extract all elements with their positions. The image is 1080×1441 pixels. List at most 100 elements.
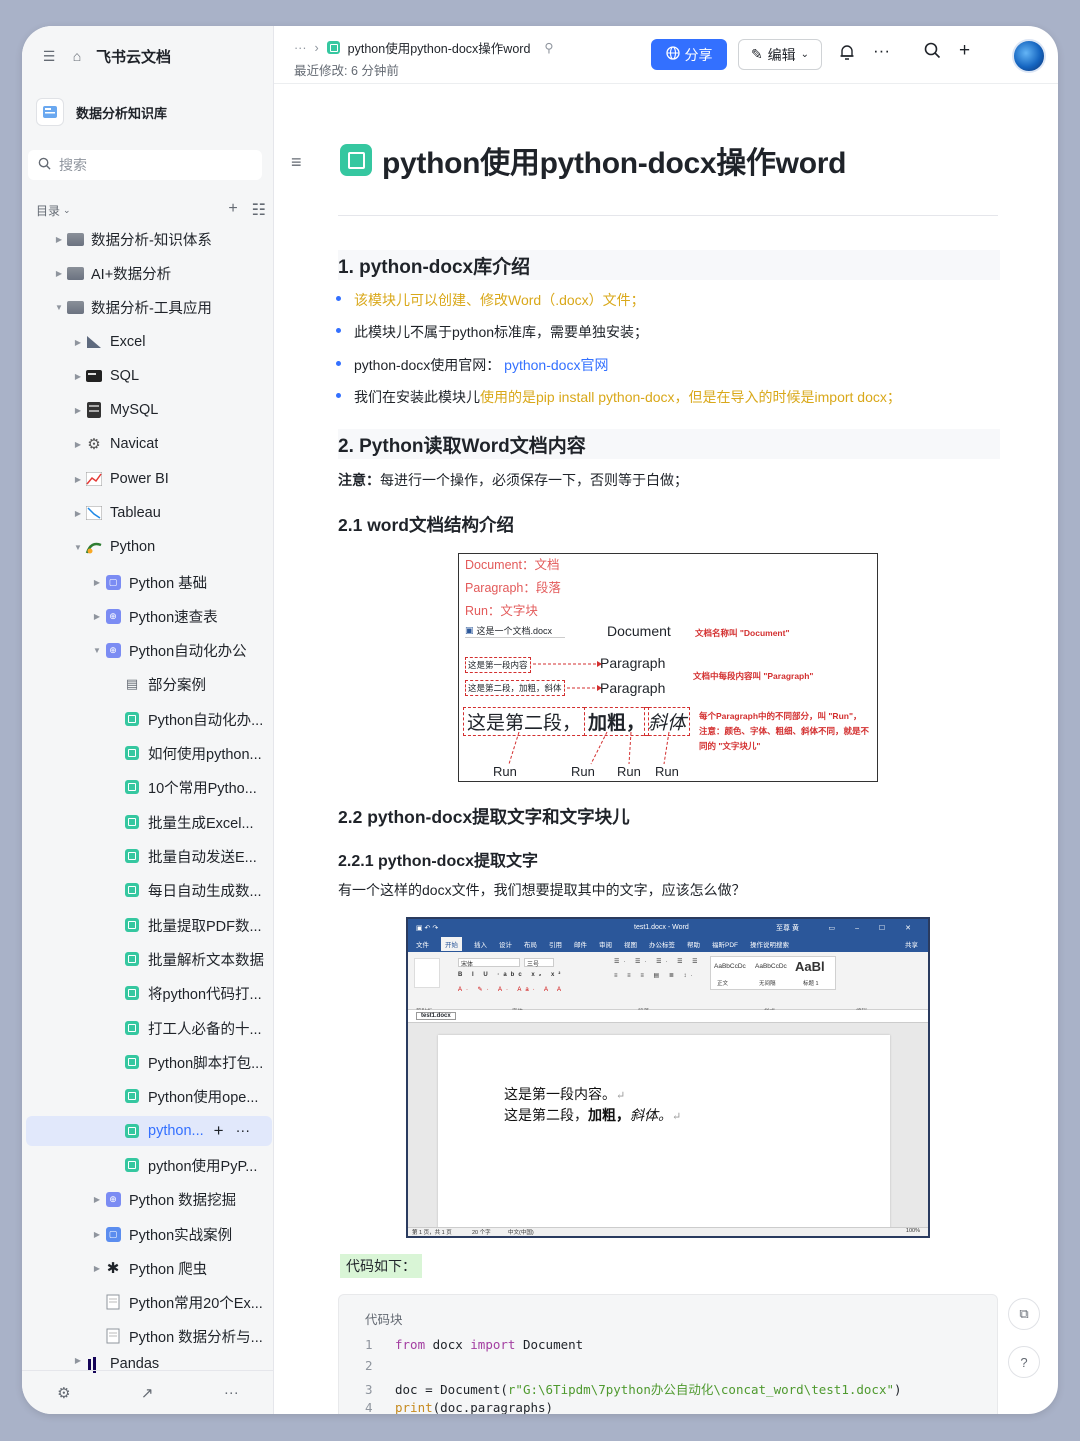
tree-item[interactable]: ▤ 部分案例 [26, 669, 272, 699]
tree-item[interactable]: ▼ 数据分析-工具应用 [26, 292, 272, 322]
tree-item[interactable]: 批量提取PDF数... [26, 910, 272, 940]
more-icon[interactable]: ··· [224, 1384, 239, 1401]
tree-item[interactable]: 10个常用Pytho... [26, 772, 272, 802]
chevron-down-icon[interactable]: ▼ [52, 303, 66, 312]
chevron-down-icon[interactable]: ▼ [71, 543, 85, 552]
chevron-right-icon[interactable]: ▶ [71, 440, 85, 449]
tree-item[interactable]: ▼ ⊕ Python自动化办公 [26, 635, 272, 665]
breadcrumb-doc-title[interactable]: python使用python-docx操作word [348, 38, 531, 57]
app-window: ☰ ⌂ 飞书云文档 数据分析知识库 搜索 目录 ⌄ + ☷ ▶ 数据分析-知识体系 [22, 26, 1058, 1414]
tree-item[interactable]: ▶ SQL [26, 361, 272, 391]
pin-icon[interactable]: ⚲ [544, 40, 553, 55]
doc-icon [123, 813, 141, 831]
chevron-right-icon[interactable]: ▶ [52, 235, 66, 244]
tree-item-selected[interactable]: python... + ··· [26, 1116, 272, 1146]
chevron-right-icon[interactable]: ▶ [90, 578, 104, 587]
python-docx-link[interactable]: python-docx官网 [504, 357, 608, 373]
list-view-icon[interactable]: ☷ [252, 200, 266, 220]
tree-item[interactable]: 批量解析文本数据 [26, 944, 272, 974]
avatar[interactable] [1012, 39, 1046, 73]
tree-item[interactable]: 将python代码打... [26, 978, 272, 1008]
chevron-right-icon[interactable]: ▶ [90, 612, 104, 621]
help-icon[interactable]: ? [1008, 1346, 1040, 1378]
tree-item[interactable]: ▼ Python [26, 532, 272, 562]
settings-icon[interactable]: ⚙ [57, 1384, 70, 1402]
add-icon[interactable]: + [228, 200, 237, 220]
tree-item[interactable]: ▶ 数据分析-知识体系 [26, 224, 272, 254]
chevron-right-icon[interactable]: ▶ [90, 1230, 104, 1239]
chevron-right-icon[interactable]: ▶ [90, 1264, 104, 1273]
more-icon[interactable]: ··· [236, 1123, 251, 1139]
chevron-right-icon[interactable]: ▶ [71, 509, 85, 518]
app-name: 飞书云文档 [96, 48, 172, 66]
outline-icon[interactable]: ≡ [291, 152, 302, 173]
home-icon[interactable]: ⌂ [68, 47, 86, 65]
tree-item[interactable]: ▶ AI+数据分析 [26, 258, 272, 288]
tree-item[interactable]: 批量生成Excel... [26, 807, 272, 837]
chevron-down-icon: ⌄ [800, 49, 810, 60]
more-icon[interactable]: ··· [873, 42, 890, 66]
tree-item[interactable]: ▶ Excel [26, 327, 272, 357]
share-button[interactable]: 分享 [651, 39, 727, 70]
edit-button[interactable]: ✎ 编辑 ⌄ [738, 39, 822, 70]
search-icon [38, 157, 51, 173]
chevron-right-icon[interactable]: ▶ [71, 372, 85, 381]
tree-item[interactable]: ▶ ⊕ Python 数据挖掘 [26, 1184, 272, 1214]
knowledge-base-header[interactable]: 数据分析知识库 [36, 98, 167, 126]
toc-label[interactable]: 目录 [36, 202, 60, 219]
wiki-icon: ⊕ [104, 1190, 122, 1208]
list-item: python-docx使用官网： python-docx官网 [335, 357, 609, 373]
bell-icon[interactable] [839, 44, 855, 66]
collapse-sidebar-icon[interactable]: ☰ [40, 47, 58, 65]
tree-item[interactable]: ▶ ▢ Python 基础 [26, 567, 272, 597]
tree-item[interactable]: 批量自动发送E... [26, 841, 272, 871]
breadcrumb-ellipsis[interactable]: ··· [294, 41, 307, 55]
tree-item[interactable]: ▶ Power BI [26, 464, 272, 494]
share-out-icon[interactable]: ↗ [141, 1384, 154, 1402]
sql-icon [85, 367, 103, 385]
chevron-right-icon[interactable]: ▶ [71, 475, 85, 484]
chevron-right-icon[interactable]: ▶ [71, 1356, 85, 1365]
tree-item[interactable]: Python自动化办... [26, 704, 272, 734]
code-line: 1 from docx import Document [365, 1337, 584, 1352]
tree-item[interactable]: ▶ ⚙ Navicat [26, 429, 272, 459]
tree-item[interactable]: 每日自动生成数... [26, 875, 272, 905]
code-block: 代码块 1 from docx import Document 2 3 doc = … [338, 1294, 998, 1414]
paste-icon [414, 958, 440, 988]
chevron-right-icon[interactable]: ▶ [52, 269, 66, 278]
sidebar: ☰ ⌂ 飞书云文档 数据分析知识库 搜索 目录 ⌄ + ☷ ▶ 数据分析-知识体系 [22, 26, 274, 1414]
tree-item[interactable]: ▶ ▢ Python实战案例 [26, 1219, 272, 1249]
search-icon[interactable] [924, 42, 941, 65]
chevron-right-icon[interactable]: ▶ [90, 1195, 104, 1204]
tree-item[interactable]: ▶ ⊕ Python速查表 [26, 601, 272, 631]
folder-icon [66, 230, 84, 248]
tree-item[interactable]: Python 数据分析与... [26, 1321, 272, 1351]
word-ribbon-tabs: 文件 开始 插入 设计 布局 引用 邮件 审阅 视图 办公标签 帮助 福昕PDF… [408, 936, 928, 952]
tree-item[interactable]: 如何使用python... [26, 738, 272, 768]
add-icon[interactable]: + [959, 41, 970, 65]
chevron-down-icon[interactable]: ▼ [90, 646, 104, 655]
tree-item[interactable]: ▶ Tableau [26, 498, 272, 528]
chevron-right-icon[interactable]: ▶ [71, 338, 85, 347]
paragraph-label-1: Paragraph [600, 655, 666, 671]
window-controls-icon: ▭ – ☐ ✕ [828, 924, 920, 932]
tree-item[interactable]: Python脚本打包... [26, 1047, 272, 1077]
word-page: 这是第一段内容。↵ 这是第二段，加粗，斜体。↵ [438, 1035, 890, 1229]
chevron-down-icon[interactable]: ⌄ [63, 205, 71, 216]
tree-item[interactable]: Python使用ope... [26, 1081, 272, 1111]
run-box-3: 斜体 [644, 707, 691, 736]
tree-item[interactable]: python使用PyP... [26, 1150, 272, 1180]
wiki-icon: ⊕ [104, 607, 122, 625]
heading-1: 1. python-docx库介绍 [338, 250, 1000, 280]
search-input[interactable]: 搜索 [28, 150, 262, 180]
tree-item[interactable]: 打工人必备的十... [26, 1013, 272, 1043]
word-status-bar: 第 1 页，共 1 页 20 个字 中文(中国) 100% [408, 1227, 928, 1236]
tree-item[interactable]: ▶ ✱ Python 爬虫 [26, 1253, 272, 1283]
tree-item[interactable]: ▶ MySQL [26, 395, 272, 425]
chevron-right-icon[interactable]: ▶ [71, 406, 85, 415]
spider-icon: ✱ [106, 1260, 120, 1277]
tree-item[interactable]: Python常用20个Ex... [26, 1287, 272, 1317]
run-box-2: 加粗， [584, 707, 650, 736]
copy-doc-icon[interactable]: ⧉ [1008, 1298, 1040, 1330]
add-child-icon[interactable]: + [214, 1121, 224, 1141]
